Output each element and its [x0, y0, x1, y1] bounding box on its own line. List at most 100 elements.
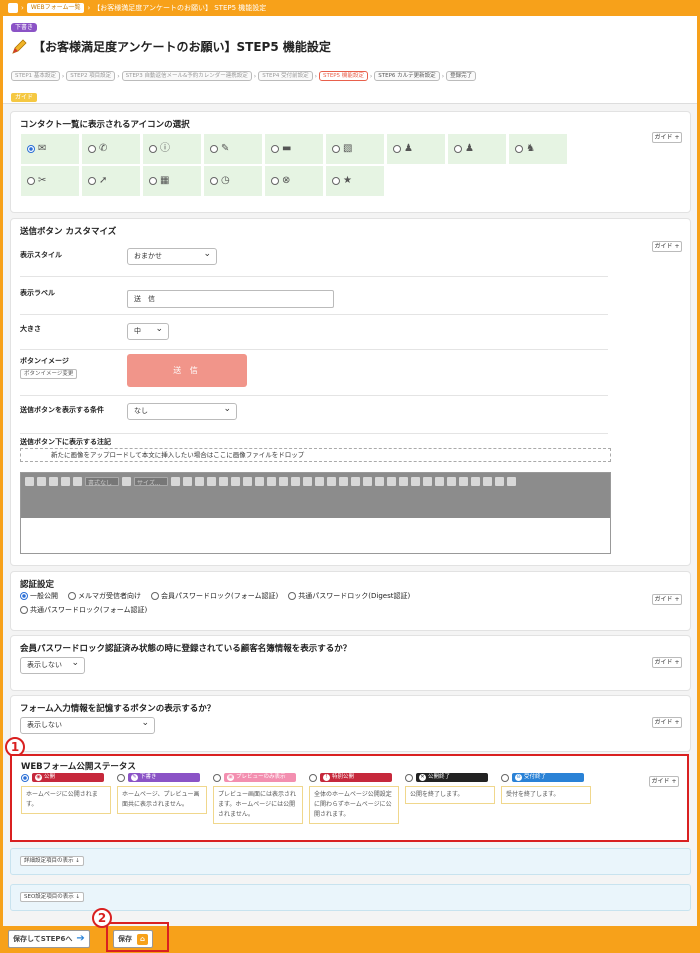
- status-option[interactable]: ⊖ 受付終了: [501, 773, 584, 782]
- icon-option-cross-circle[interactable]: ⊗: [265, 166, 323, 196]
- icon-radio[interactable]: [454, 145, 462, 153]
- toolbar-paste-icon[interactable]: [195, 477, 204, 486]
- toolbar-bold-icon[interactable]: [37, 477, 46, 486]
- toolbar-align-left-icon[interactable]: [363, 477, 372, 486]
- step-4[interactable]: STEP4 受付前設定: [258, 71, 313, 81]
- icon-option-puzzle[interactable]: ✂: [21, 166, 79, 196]
- icon-option-image[interactable]: ▬: [265, 134, 323, 164]
- toolbar-italic-icon[interactable]: [49, 477, 58, 486]
- toolbar-font-select-icon[interactable]: 書式なし: [85, 477, 119, 487]
- step-2[interactable]: STEP2 項目設定: [66, 71, 116, 81]
- toolbar-image-icon[interactable]: [267, 477, 276, 486]
- toolbar-table-icon[interactable]: [73, 477, 82, 486]
- auth-radio[interactable]: [288, 592, 297, 600]
- guide-button[interactable]: ガイド +: [652, 594, 682, 605]
- step-6[interactable]: STEP6 カルテ更新設定: [374, 71, 440, 81]
- toolbar-dropdown-icon[interactable]: [171, 477, 180, 486]
- toolbar-video-icon[interactable]: [435, 477, 444, 486]
- toolbar-unlink-icon[interactable]: [291, 477, 300, 486]
- toolbar-map-icon[interactable]: [447, 477, 456, 486]
- icon-radio[interactable]: [149, 177, 157, 185]
- auth-option[interactable]: 会員パスワードロック(フォーム認証): [151, 591, 278, 601]
- toolbar-quote-icon[interactable]: [255, 477, 264, 486]
- icon-radio[interactable]: [271, 145, 279, 153]
- icon-radio[interactable]: [393, 145, 401, 153]
- toolbar-undo-icon[interactable]: [459, 477, 468, 486]
- guide-button[interactable]: ガイド +: [652, 241, 682, 252]
- status-option[interactable]: ✕ 公開終了: [405, 773, 488, 782]
- toolbar-indent-icon[interactable]: [243, 477, 252, 486]
- status-option[interactable]: ✎ 下書き: [117, 773, 200, 782]
- status-radio[interactable]: [213, 773, 221, 782]
- remember-input-select[interactable]: 表示しない: [20, 716, 155, 734]
- save-and-next-button[interactable]: 保存してSTEP6へ ➔: [8, 930, 90, 948]
- member-info-select[interactable]: 表示しない: [20, 656, 85, 674]
- step-5-current[interactable]: STEP5 機能設定: [318, 71, 368, 81]
- status-option[interactable]: ◉ 公開: [21, 773, 104, 782]
- icon-option-arrow[interactable]: ➚: [82, 166, 140, 196]
- toolbar-special-char-icon[interactable]: [423, 477, 432, 486]
- toolbar-list-ul-icon[interactable]: [231, 477, 240, 486]
- icon-radio[interactable]: [210, 177, 218, 185]
- icon-option-clock[interactable]: ◷: [204, 166, 262, 196]
- guide-button[interactable]: ガイド +: [652, 132, 682, 143]
- guide-button[interactable]: ガイド +: [649, 776, 679, 787]
- status-radio[interactable]: [309, 773, 317, 782]
- status-radio[interactable]: [405, 773, 413, 782]
- icon-option-phone[interactable]: ✆: [82, 134, 140, 164]
- toolbar-replace-icon[interactable]: [351, 477, 360, 486]
- home-icon[interactable]: [8, 3, 18, 13]
- icon-option-mail[interactable]: ✉: [21, 134, 79, 164]
- step-3[interactable]: STEP3 自動返信メール&予約カレンダー連携設定: [121, 71, 252, 81]
- icon-option-memo[interactable]: ▧: [326, 134, 384, 164]
- toolbar-size-select-icon[interactable]: サイズ...: [134, 477, 168, 487]
- toolbar-link-icon[interactable]: [279, 477, 288, 486]
- icon-option-pencil[interactable]: ✎: [204, 134, 262, 164]
- auth-option[interactable]: 一般公開: [20, 591, 58, 601]
- button-image-change-button[interactable]: ボタンイメージ変更: [20, 369, 78, 379]
- toolbar-anchor-icon[interactable]: [303, 477, 312, 486]
- toolbar-link-icon[interactable]: [61, 477, 70, 486]
- auth-radio[interactable]: [151, 592, 159, 600]
- toolbar-redo-icon[interactable]: [471, 477, 480, 486]
- icon-radio[interactable]: [149, 145, 157, 153]
- toolbar-help-icon[interactable]: [507, 477, 516, 486]
- icon-option-person[interactable]: ♟: [387, 134, 445, 164]
- toolbar-find-icon[interactable]: [339, 477, 348, 486]
- status-radio[interactable]: [21, 773, 29, 782]
- show-detail-settings-button[interactable]: 詳細設定項目の表示 ↓: [20, 856, 84, 866]
- auth-radio[interactable]: [20, 606, 28, 614]
- icon-radio[interactable]: [88, 145, 96, 153]
- toolbar-source-icon[interactable]: [25, 477, 34, 486]
- step-complete[interactable]: 登録完了: [446, 71, 477, 81]
- guide-button[interactable]: ガイド +: [652, 657, 682, 668]
- icon-radio[interactable]: [332, 145, 340, 153]
- toolbar-align-center-icon[interactable]: [375, 477, 384, 486]
- toolbar-paste-text-icon[interactable]: [207, 477, 216, 486]
- breadcrumb-form-list-link[interactable]: WEBフォーム一覧: [26, 3, 85, 13]
- toolbar-copy-icon[interactable]: [183, 477, 192, 486]
- auth-option[interactable]: 共通パスワードロック(フォーム認証): [20, 605, 147, 615]
- status-option[interactable]: ! 特別公開: [309, 773, 392, 782]
- status-option[interactable]: ▣ プレビューのみ表示: [213, 773, 296, 782]
- icon-radio[interactable]: [27, 145, 35, 153]
- icon-radio[interactable]: [88, 177, 96, 185]
- icon-radio[interactable]: [515, 145, 523, 153]
- icon-radio[interactable]: [271, 177, 279, 185]
- show-seo-settings-button[interactable]: SEO設定項目の表示 ↓: [20, 892, 85, 902]
- toolbar-preview-icon[interactable]: [483, 477, 492, 486]
- image-drop-zone[interactable]: 新たに画像をアップロードして本文に挿入したい場合はここに画像ファイルをドロップ: [20, 448, 611, 462]
- status-radio[interactable]: [501, 773, 509, 782]
- condition-select[interactable]: なし: [127, 402, 237, 420]
- display-label-input[interactable]: 送 信: [127, 290, 334, 308]
- toolbar-copy-icon[interactable]: [327, 477, 336, 486]
- guide-button[interactable]: ガイド: [11, 93, 38, 102]
- icon-option-person2[interactable]: ♟: [448, 134, 506, 164]
- toolbar-align-right-icon[interactable]: [387, 477, 396, 486]
- toolbar-list-ol-icon[interactable]: [219, 477, 228, 486]
- icon-option-notice[interactable]: ⓘ: [143, 134, 201, 164]
- icon-radio[interactable]: [210, 145, 218, 153]
- toolbar-dropdown-icon[interactable]: [122, 477, 131, 486]
- icon-radio[interactable]: [27, 177, 35, 185]
- rich-text-editor[interactable]: 書式なし サイズ...: [20, 472, 611, 554]
